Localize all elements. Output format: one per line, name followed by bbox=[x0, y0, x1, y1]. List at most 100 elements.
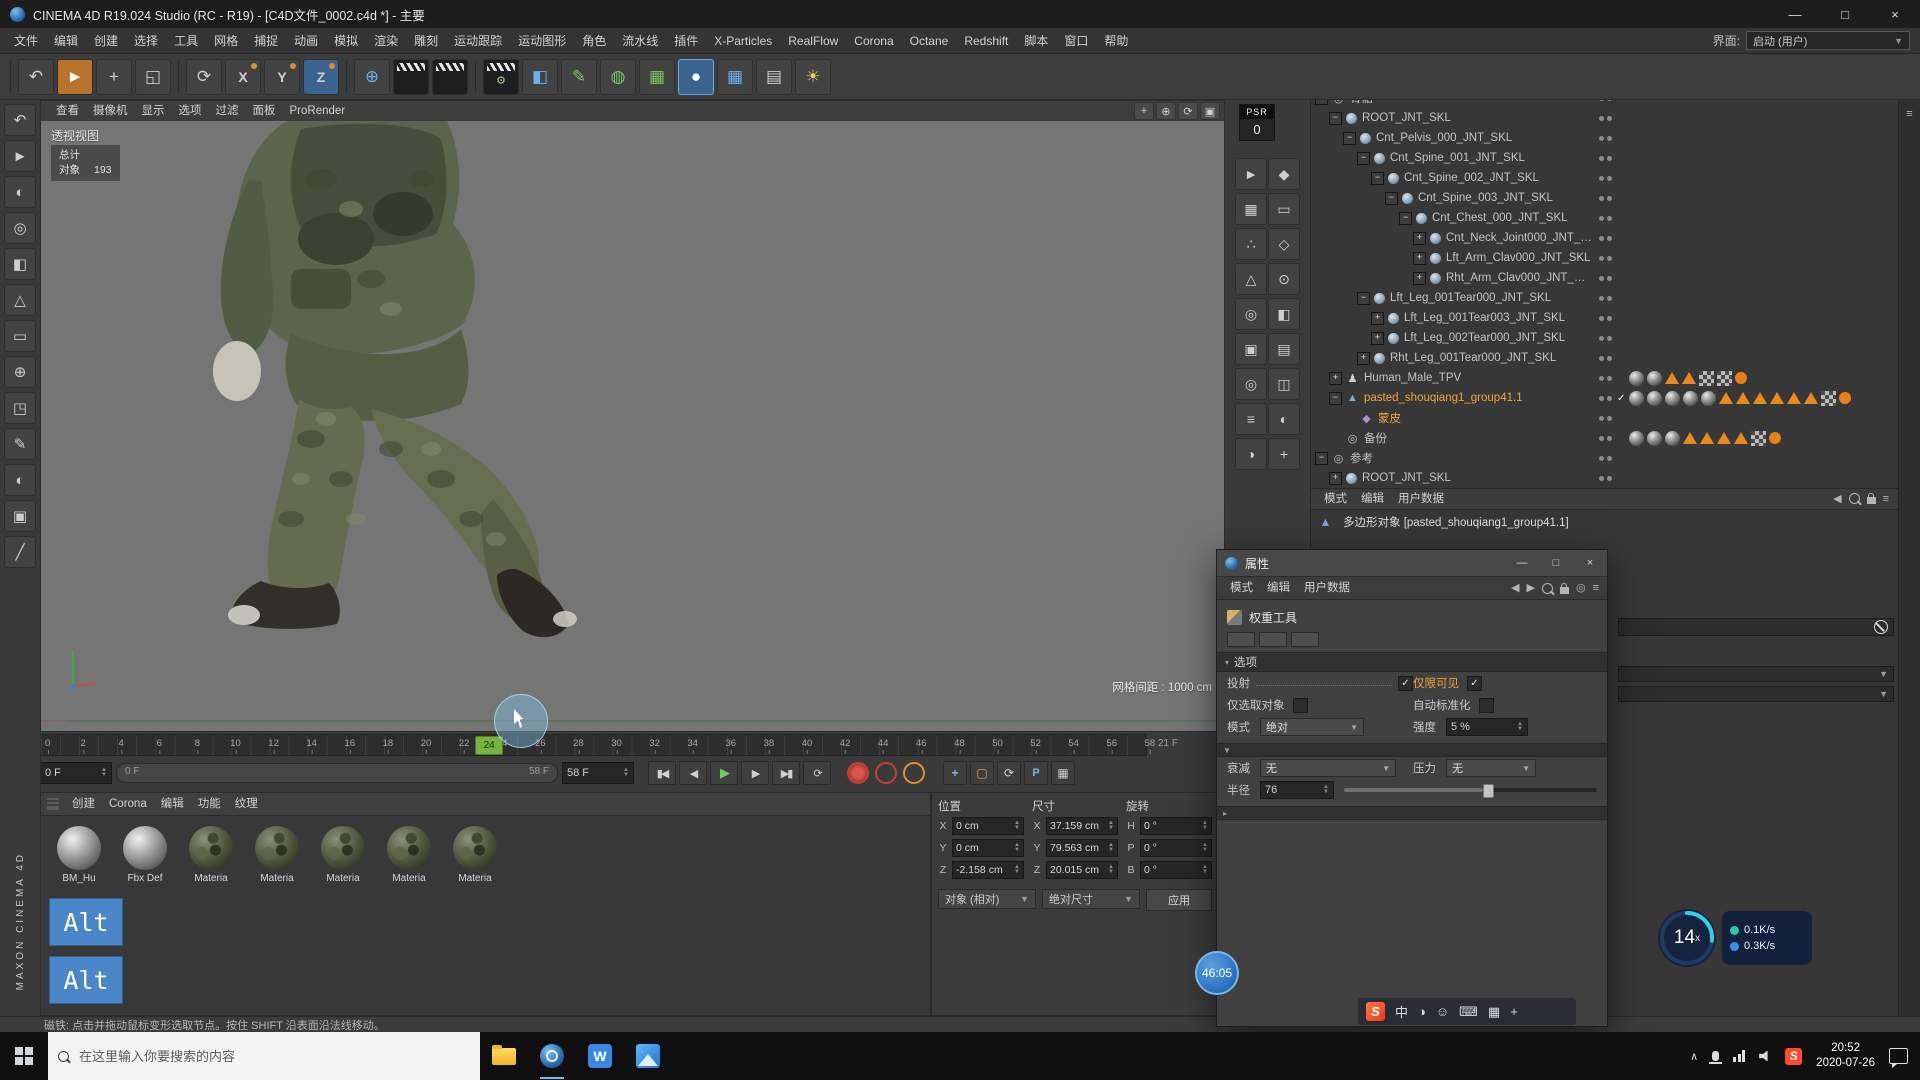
keyframe-selection-icon[interactable] bbox=[903, 762, 925, 784]
checker-tag[interactable] bbox=[1821, 391, 1836, 406]
attributes-titlebar[interactable]: 属性 — □ × bbox=[1217, 550, 1607, 577]
goto-end-icon[interactable]: ▶▮ bbox=[772, 761, 800, 785]
preset-tab[interactable] bbox=[1227, 632, 1255, 647]
mode-bar-item[interactable]: 模式 bbox=[1317, 488, 1354, 510]
falloff-select[interactable]: 无▼ bbox=[1260, 759, 1396, 777]
tree-item[interactable]: −ROOT_JNT_SKL bbox=[1311, 108, 1899, 128]
sphere-tag[interactable] bbox=[1665, 431, 1680, 446]
undo-icon[interactable]: ↶ bbox=[4, 104, 36, 136]
tree-item[interactable]: −Cnt_Spine_003_JNT_SKL bbox=[1311, 188, 1899, 208]
tree-item[interactable]: +♟Human_Male_TPV bbox=[1311, 368, 1899, 388]
array-icon[interactable]: ▦ bbox=[717, 59, 753, 95]
viewport[interactable]: 查看摄像机显示选项过滤面板ProRender +⊕⟳▣ 透视视图 总计 对象 1… bbox=[40, 100, 1225, 732]
autokey-icon[interactable] bbox=[875, 762, 897, 784]
maximize-view-icon[interactable]: ▣ bbox=[1200, 102, 1220, 120]
coordinate-system-icon[interactable]: ⊕ bbox=[354, 59, 390, 95]
snap-icon[interactable]: ◧ bbox=[1268, 298, 1300, 330]
right-panel-field[interactable] bbox=[1618, 618, 1894, 636]
key-position-icon[interactable]: + bbox=[943, 761, 967, 785]
sketch-icon[interactable]: ✎ bbox=[4, 428, 36, 460]
sphere-tag[interactable] bbox=[1647, 371, 1662, 386]
preset-tab[interactable] bbox=[1259, 632, 1287, 647]
search-icon[interactable] bbox=[1849, 493, 1860, 504]
visibility-dots[interactable] bbox=[1593, 236, 1617, 241]
maximize-button[interactable]: □ bbox=[1539, 550, 1573, 576]
move-tool-icon[interactable]: + bbox=[96, 59, 132, 95]
goto-start-icon[interactable]: ▮◀ bbox=[648, 761, 676, 785]
material-menu-item[interactable]: 功能 bbox=[191, 793, 228, 815]
pressure-select[interactable]: 无▼ bbox=[1446, 759, 1536, 777]
checker-tag[interactable] bbox=[1699, 371, 1714, 386]
expander-icon[interactable]: − bbox=[1343, 132, 1356, 145]
visibility-dots[interactable] bbox=[1593, 436, 1617, 441]
sogou-logo[interactable]: S bbox=[1366, 1002, 1385, 1021]
dot-tag[interactable] bbox=[1735, 372, 1747, 384]
tree-item[interactable]: +Lft_Leg_001Tear003_JNT_SKL bbox=[1311, 308, 1899, 328]
mic-icon[interactable] bbox=[1712, 1051, 1719, 1061]
visible-only-checkbox[interactable] bbox=[1467, 676, 1482, 691]
render-view-icon[interactable] bbox=[393, 59, 429, 95]
pen-spline-icon[interactable]: ✎ bbox=[561, 59, 597, 95]
pitcher-icon[interactable]: ◳ bbox=[4, 392, 36, 424]
undo-icon[interactable]: ↶ bbox=[18, 59, 54, 95]
expander-icon[interactable]: + bbox=[1329, 472, 1342, 485]
menu-item[interactable]: 运动跟踪 bbox=[446, 28, 510, 54]
coordinate-field[interactable]: 0 °▲▼ bbox=[1140, 861, 1212, 879]
camera-icon[interactable]: ▤ bbox=[756, 59, 792, 95]
maximize-button[interactable]: □ bbox=[1820, 0, 1870, 28]
radius-slider[interactable] bbox=[1344, 788, 1597, 792]
visibility-dots[interactable] bbox=[1593, 476, 1617, 481]
object-info-row[interactable]: ▲ 多边形对象 [pasted_shouqiang1_group41.1] bbox=[1311, 510, 1907, 534]
menu-item[interactable]: 文件 bbox=[6, 28, 46, 54]
tri-tag[interactable] bbox=[1717, 432, 1731, 444]
tri-tag[interactable] bbox=[1719, 392, 1733, 404]
tri-tag[interactable] bbox=[1770, 392, 1784, 404]
timeline-ruler[interactable]: 0246810121416182022242628303234363840424… bbox=[40, 734, 1147, 756]
quantize-icon[interactable]: ▣ bbox=[1235, 333, 1267, 365]
workplane-lock-icon[interactable]: ▤ bbox=[1268, 333, 1300, 365]
add-cube-icon[interactable]: ◧ bbox=[522, 59, 558, 95]
tri-tag[interactable] bbox=[1736, 392, 1750, 404]
options-section-header[interactable]: ▾ 选项 bbox=[1217, 652, 1607, 672]
magnet-icon[interactable]: ◎ bbox=[4, 212, 36, 244]
sogou-tray-icon[interactable]: S bbox=[1785, 1048, 1802, 1065]
stamp-icon[interactable]: ▣ bbox=[4, 500, 36, 532]
selected-only-checkbox[interactable] bbox=[1293, 698, 1308, 713]
visibility-dots[interactable] bbox=[1593, 336, 1617, 341]
tree-item[interactable]: +Rht_Leg_001Tear000_JNT_SKL bbox=[1311, 348, 1899, 368]
size-mode-dropdown[interactable]: 绝对尺寸▼ bbox=[1042, 889, 1140, 909]
visibility-dots[interactable] bbox=[1593, 356, 1617, 361]
network-icon[interactable] bbox=[1733, 1050, 1745, 1062]
magnet-icon[interactable]: ◎ bbox=[1235, 368, 1267, 400]
attributes-menu-item[interactable]: 模式 bbox=[1223, 577, 1260, 599]
menu-item[interactable]: Octane bbox=[902, 28, 957, 54]
texture-mode-icon[interactable]: ▦ bbox=[1235, 193, 1267, 225]
visibility-dots[interactable] bbox=[1593, 136, 1617, 141]
tree-item[interactable]: −Cnt_Spine_002_JNT_SKL bbox=[1311, 168, 1899, 188]
toolbox-icon[interactable]: + bbox=[1510, 1004, 1518, 1020]
ime-mode-toggle[interactable]: 中 bbox=[1395, 1002, 1408, 1021]
plane-icon[interactable]: ▭ bbox=[4, 320, 36, 352]
menu-item[interactable]: 创建 bbox=[86, 28, 126, 54]
workplane-mode-icon[interactable]: ▭ bbox=[1268, 193, 1300, 225]
weight-tool-icon[interactable]: ● bbox=[678, 59, 714, 95]
mode-bar-item[interactable]: 用户数据 bbox=[1391, 488, 1451, 510]
axis-icon[interactable]: ⊕ bbox=[4, 356, 36, 388]
expander-icon[interactable]: − bbox=[1385, 192, 1398, 205]
dot-tag[interactable] bbox=[1839, 392, 1851, 404]
viewport-menu-item[interactable]: ProRender bbox=[283, 101, 353, 121]
axis-z-button[interactable]: Z bbox=[303, 59, 339, 95]
tree-item[interactable]: +Rht_Arm_Clav000_JNT_SKL bbox=[1311, 268, 1899, 288]
paint-icon[interactable]: ◐ bbox=[4, 176, 36, 208]
key-pla-icon[interactable]: ▦ bbox=[1051, 761, 1075, 785]
expander-icon[interactable]: + bbox=[1413, 252, 1426, 265]
make-editable-icon[interactable]: ► bbox=[1235, 158, 1267, 190]
coordinate-field[interactable]: 0 °▲▼ bbox=[1140, 839, 1212, 857]
cinema4d-icon[interactable] bbox=[528, 1032, 576, 1080]
live-selection-icon[interactable]: ► bbox=[57, 59, 93, 95]
expander-icon[interactable]: + bbox=[1329, 372, 1342, 385]
visibility-dots[interactable] bbox=[1593, 216, 1617, 221]
network-speed-ball[interactable]: 14 x bbox=[1658, 909, 1716, 967]
menu-item[interactable]: 选择 bbox=[126, 28, 166, 54]
material-menu-item[interactable]: 编辑 bbox=[154, 793, 191, 815]
